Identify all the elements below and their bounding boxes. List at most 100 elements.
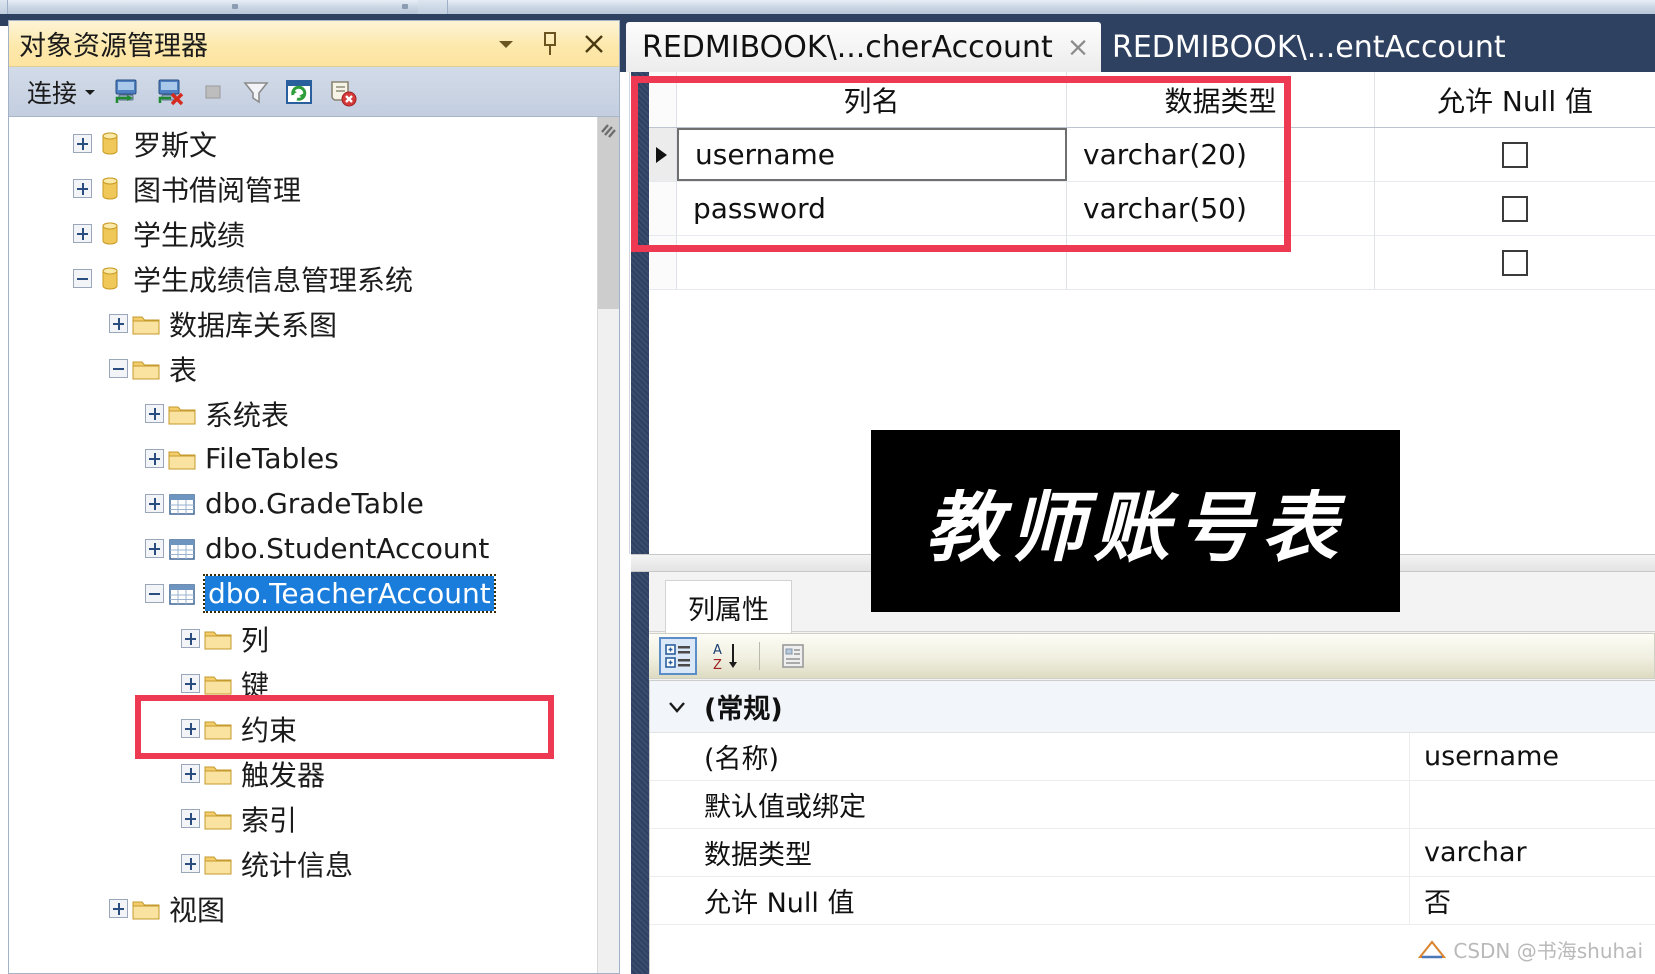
allow-nulls-checkbox[interactable]: [1502, 249, 1528, 276]
allow-nulls-checkbox[interactable]: [1502, 195, 1528, 222]
connect-button-label: 连接: [27, 78, 78, 108]
tab-teacher-account[interactable]: REDMIBOOK\...cherAccount ×: [626, 22, 1102, 72]
connect-server-icon[interactable]: [110, 75, 144, 109]
cell-allow-nulls[interactable]: [1375, 182, 1655, 235]
refresh-icon[interactable]: [282, 75, 316, 109]
expand-plus-icon[interactable]: [143, 538, 165, 560]
cell-column-name[interactable]: password: [677, 182, 1067, 235]
expand-plus-icon[interactable]: [107, 313, 129, 335]
tree-item[interactable]: 学生成绩: [9, 211, 597, 256]
tree-item[interactable]: 索引: [9, 796, 597, 841]
tree-item[interactable]: 视图: [9, 886, 597, 931]
property-value[interactable]: varchar: [1410, 829, 1655, 876]
tree-item[interactable]: 触发器: [9, 751, 597, 796]
chevron-down-icon[interactable]: [650, 696, 704, 718]
cell-data-type[interactable]: varchar(20): [1067, 128, 1375, 181]
tree-item[interactable]: 统计信息: [9, 841, 597, 886]
row-selector[interactable]: [649, 128, 677, 181]
expand-plus-icon[interactable]: [143, 403, 165, 425]
filter-icon[interactable]: [239, 75, 273, 109]
tree-item[interactable]: 约束: [9, 706, 597, 751]
tree-item[interactable]: 图书借阅管理: [9, 166, 597, 211]
property-row[interactable]: 默认值或绑定: [650, 781, 1655, 829]
cell-column-name[interactable]: [677, 236, 1067, 289]
property-row[interactable]: 数据类型 varchar: [650, 829, 1655, 877]
cell-data-type[interactable]: varchar(50): [1067, 182, 1375, 235]
table-icon: [165, 487, 199, 521]
categorized-icon[interactable]: [659, 637, 697, 675]
columns-grid-header: 列名 数据类型 允许 Null 值: [649, 72, 1655, 128]
row-selector[interactable]: [649, 182, 677, 235]
tree-item[interactable]: 表: [9, 346, 597, 391]
database-icon: [93, 217, 127, 251]
tab-student-account[interactable]: REDMIBOOK\...entAccount: [1096, 22, 1518, 72]
expand-plus-icon[interactable]: [71, 223, 93, 245]
tree-item[interactable]: dbo.TeacherAccount: [9, 571, 597, 616]
tree-item[interactable]: dbo.StudentAccount: [9, 526, 597, 571]
property-pages-icon[interactable]: [774, 637, 812, 675]
tree-item[interactable]: FileTables: [9, 436, 597, 481]
tree-item-label: 视图: [169, 893, 226, 927]
tree-item[interactable]: 系统表: [9, 391, 597, 436]
pin-icon[interactable]: [537, 29, 563, 59]
property-value[interactable]: [1410, 781, 1655, 828]
table-row[interactable]: password varchar(50): [649, 182, 1655, 236]
sort-az-icon[interactable]: A Z: [707, 637, 745, 675]
expand-plus-icon[interactable]: [179, 763, 201, 785]
tree-scrollbar-thumb[interactable]: [598, 117, 619, 309]
property-row[interactable]: (名称) username: [650, 733, 1655, 781]
tab-column-properties[interactable]: 列属性: [665, 580, 792, 633]
cell-allow-nulls[interactable]: [1375, 236, 1655, 289]
expand-plus-icon[interactable]: [71, 133, 93, 155]
expand-plus-icon[interactable]: [179, 853, 201, 875]
collapse-minus-icon[interactable]: [143, 583, 165, 605]
property-value[interactable]: username: [1410, 733, 1655, 780]
tree-item[interactable]: 列: [9, 616, 597, 661]
tree-item[interactable]: 罗斯文: [9, 121, 597, 166]
expand-plus-icon[interactable]: [71, 178, 93, 200]
allow-nulls-checkbox[interactable]: [1502, 141, 1528, 168]
table-row[interactable]: [649, 236, 1655, 290]
expand-plus-icon[interactable]: [179, 718, 201, 740]
property-value[interactable]: 否: [1410, 877, 1655, 924]
tree-item[interactable]: dbo.GradeTable: [9, 481, 597, 526]
cell-data-type[interactable]: [1067, 236, 1375, 289]
folder-icon: [201, 667, 235, 701]
connect-button[interactable]: 连接: [23, 72, 101, 112]
disconnect-server-icon[interactable]: [153, 75, 187, 109]
tree-item-label: 约束: [241, 713, 298, 747]
overlay-caption-text: 教师账号表: [925, 483, 1346, 572]
folder-icon: [201, 712, 235, 746]
collapse-minus-icon[interactable]: [71, 268, 93, 290]
header-column-name: 列名: [677, 72, 1067, 127]
columns-grid[interactable]: 列名 数据类型 允许 Null 值 username varchar(20) pas…: [649, 72, 1655, 292]
expand-plus-icon[interactable]: [179, 808, 201, 830]
expand-plus-icon[interactable]: [143, 493, 165, 515]
tree-item-label: 学生成绩: [133, 218, 246, 252]
expand-plus-icon[interactable]: [179, 673, 201, 695]
script-error-icon[interactable]: [325, 75, 359, 109]
tree-item[interactable]: 键: [9, 661, 597, 706]
collapse-minus-icon[interactable]: [107, 358, 129, 380]
chevron-down-icon[interactable]: [493, 29, 519, 59]
cell-allow-nulls[interactable]: [1375, 128, 1655, 181]
tree-item-label: 图书借阅管理: [133, 173, 302, 207]
close-icon[interactable]: ×: [1067, 32, 1090, 63]
expand-plus-icon[interactable]: [179, 628, 201, 650]
expand-plus-icon[interactable]: [107, 898, 129, 920]
database-icon: [93, 262, 127, 296]
property-row[interactable]: 允许 Null 值否: [650, 877, 1655, 925]
object-explorer-tree[interactable]: 罗斯文图书借阅管理 学生成绩学生成绩信息管理系统 数据库关系图表系统表 FileTab…: [9, 117, 597, 973]
tree-scrollbar[interactable]: [597, 117, 619, 973]
tree-item[interactable]: 数据库关系图: [9, 301, 597, 346]
tree-item-label: 触发器: [241, 758, 326, 792]
properties-grid[interactable]: (常规) (名称) username 默认值或绑定 数据类型 varchar 允许 Nul…: [649, 680, 1655, 974]
close-icon[interactable]: [581, 29, 607, 59]
row-selector[interactable]: [649, 236, 677, 289]
expand-plus-icon[interactable]: [143, 448, 165, 470]
property-category-general[interactable]: (常规): [650, 681, 1655, 733]
object-explorer-tree-container: 罗斯文图书借阅管理 学生成绩学生成绩信息管理系统 数据库关系图表系统表 FileTab…: [9, 117, 619, 973]
table-row[interactable]: username varchar(20): [649, 128, 1655, 182]
tree-item[interactable]: 学生成绩信息管理系统: [9, 256, 597, 301]
cell-column-name[interactable]: username: [677, 128, 1067, 181]
